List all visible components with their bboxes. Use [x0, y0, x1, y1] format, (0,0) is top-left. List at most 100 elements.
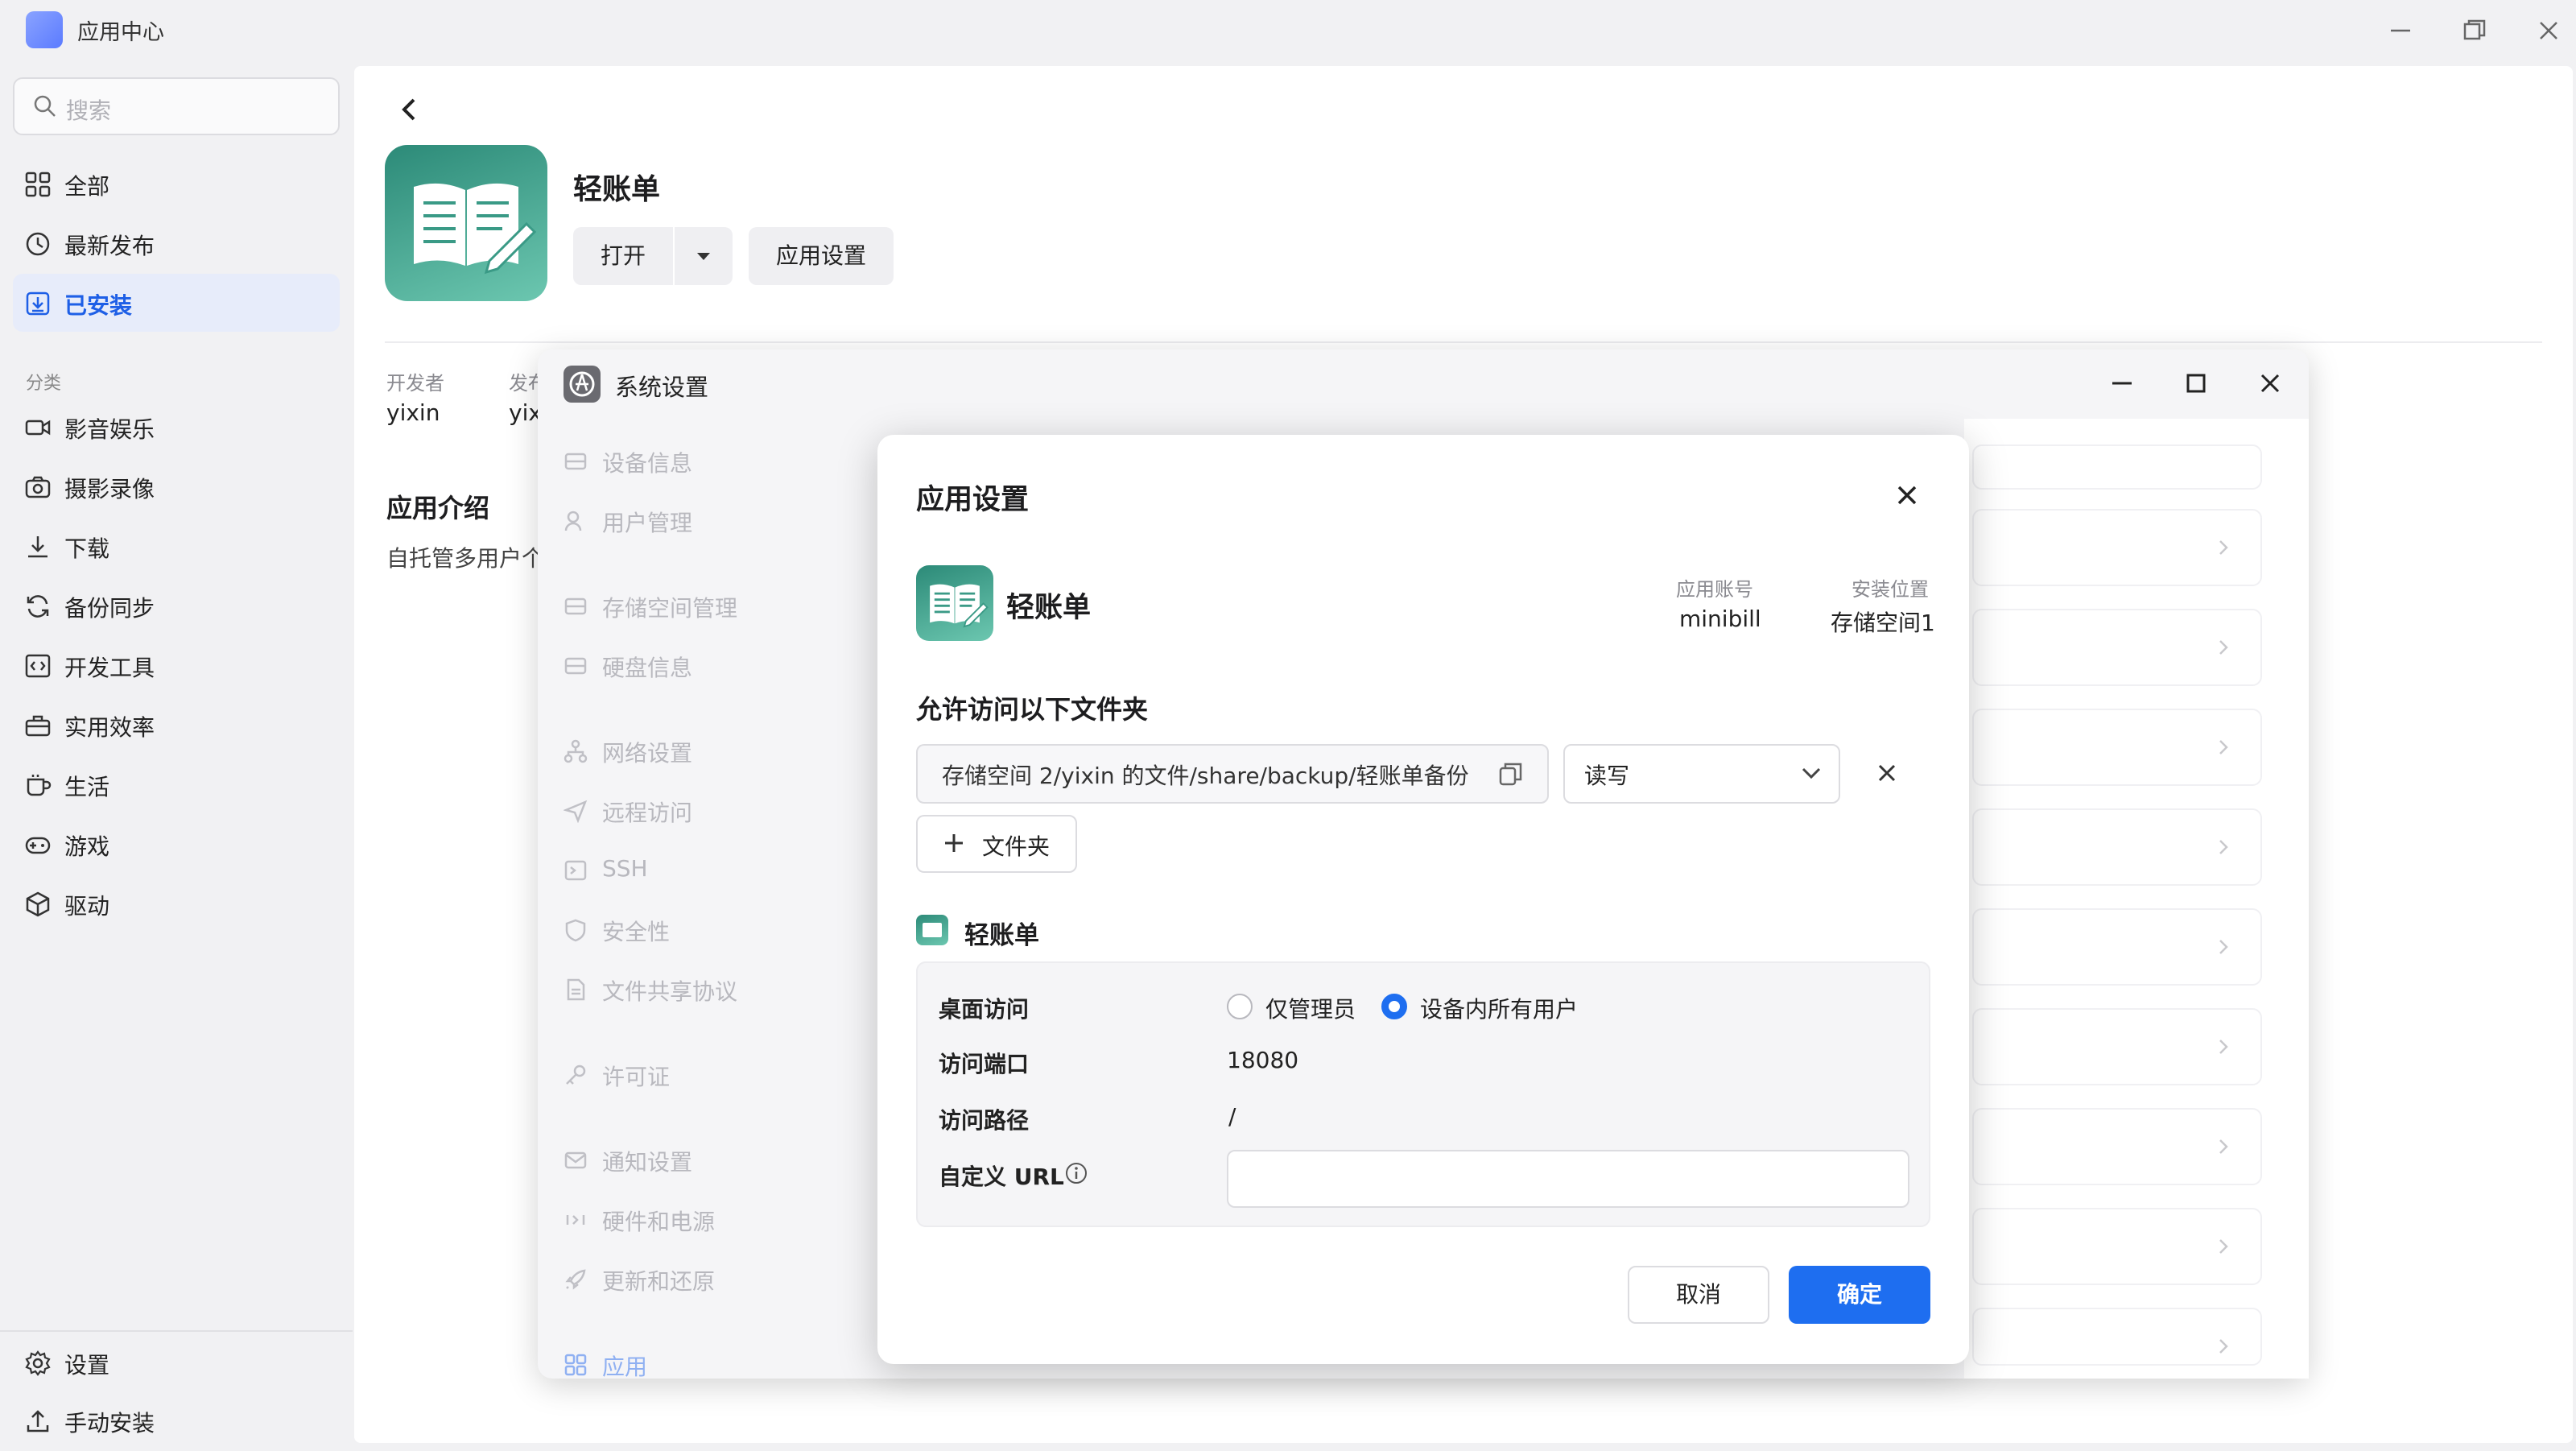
sys-menu-network[interactable]: 网络设置	[602, 736, 692, 768]
divider	[385, 341, 2542, 343]
minimize-icon[interactable]	[2386, 16, 2415, 45]
sidebar-item-download[interactable]	[13, 519, 340, 577]
copy-icon[interactable]	[1497, 760, 1525, 788]
close-icon[interactable]	[2534, 16, 2563, 45]
app-icon	[916, 565, 993, 641]
sidebar-item-efficiency[interactable]	[13, 697, 340, 755]
download-icon	[24, 533, 52, 560]
account-value: minibill	[1679, 606, 1761, 632]
app-icon	[385, 145, 547, 301]
sys-menu-disk[interactable]: 硬盘信息	[602, 651, 692, 683]
maximize-icon[interactable]	[2182, 369, 2211, 398]
sidebar-item-life[interactable]	[13, 757, 340, 815]
sidebar-item-label: 影音娱乐	[64, 416, 155, 443]
sidebar-item-label: 全部	[64, 173, 110, 200]
chevron-right-icon	[2215, 1237, 2231, 1256]
permission-value: 读写	[1584, 763, 1630, 789]
chevron-down-icon	[1800, 762, 1823, 784]
sidebar-item-backup[interactable]	[13, 578, 340, 636]
close-icon[interactable]	[1893, 482, 1921, 509]
sys-menu-device-info[interactable]: 设备信息	[602, 446, 692, 478]
device-icon	[564, 449, 588, 473]
sidebar-item-all[interactable]	[13, 155, 340, 213]
sys-menu-remote[interactable]: 远程访问	[602, 796, 692, 828]
sidebar-item-label: 已安装	[64, 292, 133, 319]
send-icon	[564, 799, 588, 823]
port-value: 18080	[1227, 1047, 1299, 1073]
cube-icon	[24, 891, 52, 918]
sidebar-item-games[interactable]	[13, 816, 340, 874]
video-icon	[24, 414, 52, 441]
sys-menu-notifications[interactable]: 通知设置	[602, 1145, 692, 1177]
users-icon	[564, 509, 588, 533]
clock-icon	[24, 230, 52, 258]
network-icon	[564, 739, 588, 763]
sys-menu-file-sharing[interactable]: 文件共享协议	[602, 974, 737, 1007]
code-icon	[24, 652, 52, 680]
sidebar-item-label: 备份同步	[64, 595, 155, 622]
sidebar-item-devtools[interactable]	[13, 638, 340, 696]
search-input[interactable]	[13, 77, 340, 135]
sidebar-divider	[0, 1330, 353, 1332]
sys-menu-ssh[interactable]: SSH	[602, 855, 648, 882]
gamepad-icon	[24, 831, 52, 858]
confirm-button[interactable]: 确定	[1789, 1266, 1930, 1324]
open-button[interactable]: 打开	[573, 227, 673, 285]
search-icon	[32, 93, 56, 118]
desktop-access-label: 桌面访问	[939, 996, 1030, 1023]
custom-url-label: 自定义 URL	[939, 1164, 1064, 1190]
sidebar-item-manual-install[interactable]	[13, 1393, 340, 1451]
key-icon	[564, 1063, 588, 1087]
chevron-right-icon	[2215, 837, 2231, 857]
sidebar-item-photo[interactable]	[13, 459, 340, 517]
minimize-icon[interactable]	[2107, 369, 2136, 398]
cup-icon	[24, 771, 52, 799]
location-label: 安装位置	[1852, 578, 1929, 601]
publisher-value: yix	[509, 399, 542, 426]
close-icon[interactable]	[2256, 369, 2285, 398]
custom-url-input[interactable]	[1227, 1150, 1909, 1208]
plus-icon	[942, 831, 966, 855]
port-label: 访问端口	[939, 1051, 1030, 1077]
sidebar-item-label: 游戏	[64, 833, 110, 860]
sub-app-name: 轻账单	[964, 921, 1039, 950]
radio-admin-only-label: 仅管理员	[1265, 996, 1356, 1023]
sidebar-item-installed[interactable]	[13, 274, 340, 332]
info-icon[interactable]	[1064, 1161, 1088, 1185]
sidebar-item-settings[interactable]	[13, 1335, 340, 1393]
sys-menu-hardware-power[interactable]: 硬件和电源	[602, 1205, 715, 1237]
sidebar-item-label: 手动安装	[64, 1410, 155, 1437]
radio-all-users[interactable]	[1381, 994, 1407, 1019]
cancel-button[interactable]: 取消	[1628, 1266, 1769, 1324]
chevron-right-icon	[2215, 937, 2231, 957]
open-dropdown-button[interactable]	[675, 227, 733, 285]
back-icon[interactable]	[398, 95, 420, 124]
sys-menu-license[interactable]: 许可证	[602, 1060, 670, 1092]
sidebar-item-drivers[interactable]	[13, 876, 340, 934]
app-settings-button[interactable]: 应用设置	[749, 227, 894, 285]
sys-menu-users[interactable]: 用户管理	[602, 506, 692, 538]
folders-section-title: 允许访问以下文件夹	[916, 694, 1149, 725]
radio-all-users-label: 设备内所有用户	[1420, 996, 1579, 1023]
sys-menu-storage[interactable]: 存储空间管理	[602, 591, 737, 623]
settings-row-card	[1972, 444, 2262, 490]
sync-icon	[24, 593, 52, 620]
restore-icon[interactable]	[2460, 16, 2489, 45]
remove-folder-icon[interactable]	[1876, 762, 1898, 784]
sys-menu-security[interactable]: 安全性	[602, 915, 670, 947]
sidebar-item-video[interactable]	[13, 399, 340, 457]
sidebar-item-label: 开发工具	[64, 655, 155, 681]
sys-menu-update-restore[interactable]: 更新和还原	[602, 1264, 715, 1296]
sidebar-item-latest[interactable]	[13, 214, 340, 272]
app-center-logo	[26, 11, 63, 48]
radio-admin-only[interactable]	[1227, 994, 1253, 1019]
developer-label: 开发者	[386, 372, 444, 395]
chevron-right-icon	[2215, 638, 2231, 657]
intro-title: 应用介绍	[386, 493, 490, 523]
folder-path-text: 存储空间 2/yixin 的文件/share/backup/轻账单备份	[942, 763, 1469, 789]
chevron-right-icon	[2215, 1337, 2231, 1356]
sys-menu-apps[interactable]: 应用	[602, 1350, 647, 1382]
search-placeholder: 搜索	[66, 97, 112, 124]
rocket-icon	[564, 1267, 588, 1292]
sidebar-item-label: 下载	[64, 535, 110, 562]
